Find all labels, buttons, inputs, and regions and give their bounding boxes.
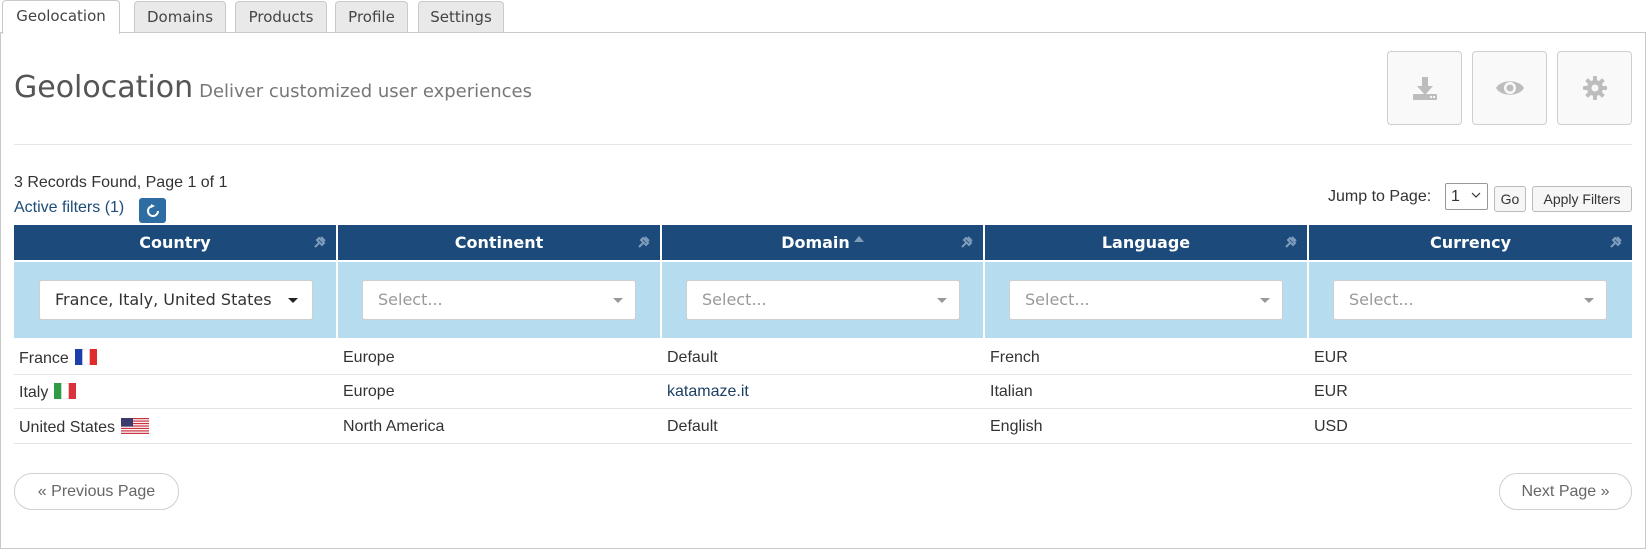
language-filter-dropdown[interactable]: Select... <box>1009 280 1283 320</box>
download-icon <box>1412 77 1437 100</box>
column-label: Domain <box>781 233 850 252</box>
country-name: United States <box>19 419 116 436</box>
column-label: Language <box>1101 233 1191 252</box>
currency-filter-dropdown[interactable]: Select... <box>1333 280 1607 320</box>
cell-continent: Europe <box>343 383 395 400</box>
sort-asc-icon <box>853 236 864 242</box>
row-divider <box>14 443 1632 444</box>
pin-icon[interactable] <box>636 234 652 250</box>
tab-products[interactable]: Products <box>235 1 327 33</box>
go-button[interactable]: Go <box>1494 186 1526 212</box>
flag-usa-icon <box>121 418 150 434</box>
flag-italy-icon <box>54 383 77 399</box>
jump-to-page-label: Jump to Page: <box>1328 188 1432 205</box>
pin-icon[interactable] <box>1608 234 1624 250</box>
active-filters-label: Active filters (1) <box>14 199 125 216</box>
dropdown-value: France, Italy, United States <box>55 290 272 309</box>
row-divider <box>14 408 1632 409</box>
chevron-down-icon <box>1471 192 1481 198</box>
tab-bar: Geolocation Domains Products Profile Set… <box>0 0 1646 34</box>
cell-currency: EUR <box>1314 383 1348 400</box>
header-divider <box>14 144 1632 145</box>
page-title-text: Geolocation <box>14 70 194 105</box>
cell-domain-link[interactable]: katamaze.it <box>667 383 749 401</box>
cell-language: French <box>990 349 1040 366</box>
preview-button[interactable] <box>1472 51 1547 125</box>
cell-domain: Default <box>667 349 718 366</box>
next-page-button[interactable]: Next Page » <box>1499 473 1632 510</box>
tab-geolocation[interactable]: Geolocation <box>2 0 120 34</box>
caret-down-icon <box>1260 298 1270 303</box>
row-divider <box>14 374 1632 375</box>
cell-continent: Europe <box>343 349 395 366</box>
column-header-continent[interactable]: Continent <box>338 225 660 260</box>
cell-language: Italian <box>990 383 1033 400</box>
page-subtitle: Deliver customized user experiences <box>199 81 532 102</box>
column-label: Continent <box>454 233 544 252</box>
dropdown-placeholder: Select... <box>1025 290 1090 309</box>
cell-currency: EUR <box>1314 349 1348 366</box>
flag-france-icon <box>74 349 97 365</box>
tab-settings[interactable]: Settings <box>418 1 504 33</box>
cell-country: Italy <box>19 383 77 402</box>
caret-down-icon <box>937 298 947 303</box>
pin-icon[interactable] <box>959 234 975 250</box>
page-title: Geolocation Deliver customized user exper… <box>14 70 532 105</box>
records-count: 3 Records Found, Page 1 of 1 <box>14 174 228 191</box>
cell-country: United States <box>19 418 150 437</box>
tab-domains[interactable]: Domains <box>134 1 226 33</box>
download-button[interactable] <box>1387 51 1462 125</box>
dropdown-placeholder: Select... <box>702 290 767 309</box>
country-filter-dropdown[interactable]: France, Italy, United States <box>39 280 313 320</box>
eye-icon <box>1495 81 1524 95</box>
cell-language: English <box>990 418 1043 435</box>
jump-to-page-value: 1 <box>1451 188 1460 205</box>
column-label: Country <box>139 233 211 252</box>
country-name: Italy <box>19 384 49 401</box>
tab-profile[interactable]: Profile <box>335 1 408 33</box>
settings-button[interactable] <box>1557 51 1632 125</box>
pin-icon[interactable] <box>312 234 328 250</box>
pin-icon[interactable] <box>1283 234 1299 250</box>
column-label: Currency <box>1429 233 1512 252</box>
country-name: France <box>19 350 69 367</box>
column-header-language[interactable]: Language <box>985 225 1307 260</box>
column-header-domain[interactable]: Domain <box>662 225 983 260</box>
gear-icon <box>1582 76 1607 100</box>
jump-to-page-select[interactable]: 1 <box>1445 183 1488 210</box>
dropdown-placeholder: Select... <box>1349 290 1414 309</box>
apply-filters-button[interactable]: Apply Filters <box>1532 186 1632 212</box>
cell-domain: Default <box>667 418 718 435</box>
column-header-currency[interactable]: Currency <box>1309 225 1632 260</box>
caret-down-icon <box>613 298 623 303</box>
cell-currency: USD <box>1314 418 1348 435</box>
continent-filter-dropdown[interactable]: Select... <box>362 280 636 320</box>
cell-country: France <box>19 349 97 368</box>
caret-down-icon <box>1584 298 1594 303</box>
caret-down-icon <box>288 298 298 303</box>
column-header-country[interactable]: Country <box>14 225 336 260</box>
reset-filters-button[interactable] <box>139 198 166 223</box>
domain-filter-dropdown[interactable]: Select... <box>686 280 960 320</box>
refresh-icon <box>146 203 159 217</box>
previous-page-button[interactable]: « Previous Page <box>14 473 179 510</box>
cell-continent: North America <box>343 418 445 435</box>
dropdown-placeholder: Select... <box>378 290 443 309</box>
